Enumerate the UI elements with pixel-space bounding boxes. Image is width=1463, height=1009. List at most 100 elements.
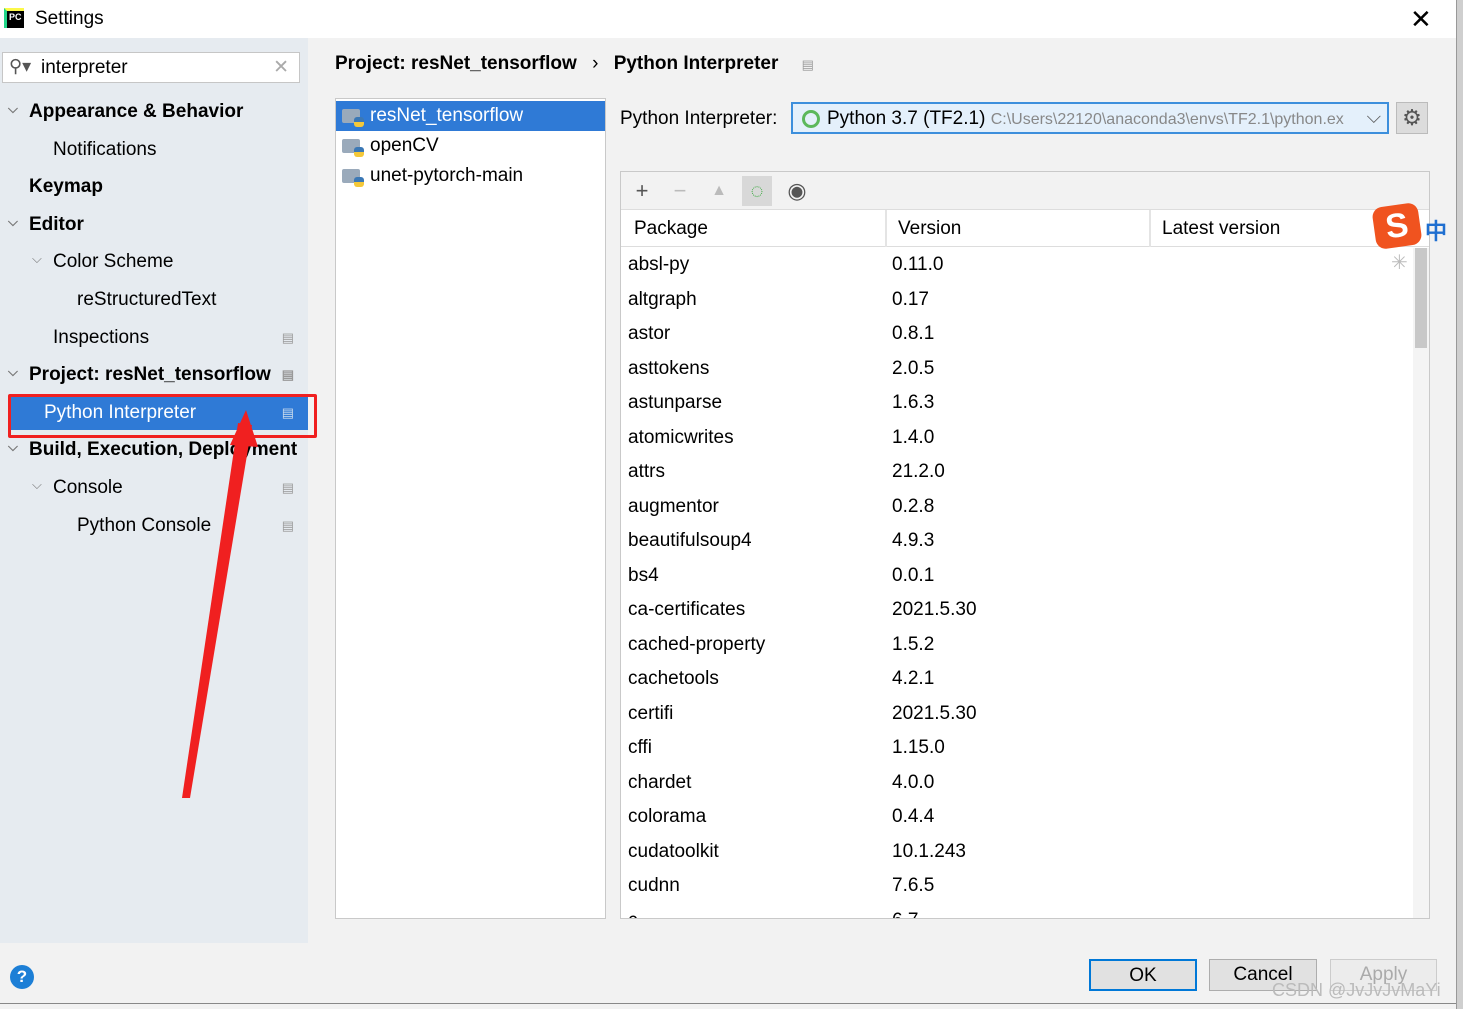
upgrade-icon[interactable]: ▲ bbox=[704, 176, 734, 206]
package-panel: + − ▲ ◌ ◉ Package Version Latest version… bbox=[620, 171, 1430, 919]
table-row[interactable]: cudnn 7.6.5 bbox=[621, 869, 1413, 903]
package-version: 2.0.5 bbox=[892, 357, 935, 379]
refresh-icon[interactable]: ◌ bbox=[742, 176, 772, 206]
package-name: bs4 bbox=[628, 564, 659, 586]
table-row[interactable]: attrs 21.2.0 bbox=[621, 455, 1413, 489]
table-row[interactable]: absl-py 0.11.0 bbox=[621, 248, 1413, 282]
package-name: cffi bbox=[628, 737, 652, 758]
breadcrumb-separator: › bbox=[592, 53, 599, 74]
table-row[interactable]: chardet 4.0.0 bbox=[621, 766, 1413, 800]
package-name: cached-property bbox=[628, 633, 766, 655]
watermark: CSDN @JvJvJvMaYi bbox=[1272, 980, 1441, 1000]
package-name: colorama bbox=[628, 806, 707, 827]
package-name: c bbox=[628, 904, 638, 919]
table-row[interactable]: cffi 1.15.0 bbox=[621, 731, 1413, 765]
package-version: 2021.5.30 bbox=[892, 702, 977, 724]
package-name: attrs bbox=[628, 461, 665, 482]
package-version: 0.11.0 bbox=[892, 254, 944, 275]
breadcrumb-project[interactable]: Project: resNet_tensorflow bbox=[335, 53, 577, 74]
column-version[interactable]: Version bbox=[885, 210, 1151, 247]
package-version: 10.1.243 bbox=[892, 840, 966, 862]
package-rows: absl-py 0.11.0 altgraph 0.17 astor 0.8.1 astto… bbox=[621, 248, 1413, 918]
package-name: atomicwrites bbox=[628, 426, 734, 448]
help-icon[interactable]: ? bbox=[10, 965, 34, 989]
package-version: 7.6.5 bbox=[892, 875, 935, 896]
project-name: openCV bbox=[370, 135, 439, 156]
project-scope-icon: ▤ bbox=[801, 57, 814, 72]
package-version: 1.5.2 bbox=[892, 633, 935, 655]
package-name: altgraph bbox=[628, 288, 697, 310]
table-row[interactable]: cudatoolkit 10.1.243 bbox=[621, 835, 1413, 869]
column-package[interactable]: Package bbox=[621, 210, 887, 247]
python-folder-icon bbox=[342, 109, 364, 127]
window-edge bbox=[1456, 0, 1463, 1009]
loading-spinner-icon: ✳ bbox=[1391, 252, 1408, 274]
python-folder-icon bbox=[342, 139, 364, 157]
package-name: asttokens bbox=[628, 357, 710, 379]
table-row[interactable]: c 6.7 bbox=[621, 904, 1413, 919]
table-row[interactable]: atomicwrites 1.4.0 bbox=[621, 421, 1413, 455]
table-row[interactable]: bs4 0.0.1 bbox=[621, 559, 1413, 593]
package-version: 0.4.4 bbox=[892, 806, 935, 827]
package-name: cachetools bbox=[628, 668, 719, 689]
ide-status-bar bbox=[0, 1003, 1456, 1009]
table-row[interactable]: beautifulsoup4 4.9.3 bbox=[621, 524, 1413, 558]
project-name: resNet_tensorflow bbox=[370, 105, 524, 126]
remove-icon[interactable]: − bbox=[665, 176, 695, 206]
table-row[interactable]: certifi 2021.5.30 bbox=[621, 697, 1413, 731]
interpreter-label: Python Interpreter: bbox=[620, 108, 778, 129]
package-name: ca-certificates bbox=[628, 599, 746, 620]
project-item[interactable]: resNet_tensorflow bbox=[336, 101, 605, 131]
project-item[interactable]: openCV bbox=[336, 131, 605, 161]
package-version: 0.17 bbox=[892, 288, 929, 310]
breadcrumb-page: Python Interpreter bbox=[613, 53, 779, 74]
interpreter-select[interactable]: Python 3.7 (TF2.1) C:\Users\22120\anacon… bbox=[791, 102, 1389, 134]
gear-icon[interactable]: ⚙ bbox=[1396, 102, 1428, 134]
chevron-down-icon: ⌵ bbox=[1362, 107, 1381, 129]
project-list: resNet_tensorflow openCV unet-pytorch-main bbox=[335, 98, 606, 919]
table-row[interactable]: asttokens 2.0.5 bbox=[621, 352, 1413, 386]
package-version: 21.2.0 bbox=[892, 461, 945, 482]
package-name: astor bbox=[628, 323, 671, 344]
table-row[interactable]: cached-property 1.5.2 bbox=[621, 628, 1413, 662]
package-version: 1.4.0 bbox=[892, 426, 935, 448]
package-name: augmentor bbox=[628, 495, 719, 517]
project-name: unet-pytorch-main bbox=[370, 165, 524, 186]
python-folder-icon bbox=[342, 169, 364, 187]
package-name: cudatoolkit bbox=[628, 840, 719, 862]
ime-mode-indicator[interactable]: 中 bbox=[1425, 214, 1447, 246]
package-version: 6.7 bbox=[892, 904, 918, 919]
project-item[interactable]: unet-pytorch-main bbox=[336, 161, 605, 191]
table-row[interactable]: ca-certificates 2021.5.30 bbox=[621, 593, 1413, 627]
package-version: 1.15.0 bbox=[892, 737, 945, 758]
package-version: 2021.5.30 bbox=[892, 599, 977, 620]
package-name: cudnn bbox=[628, 875, 680, 896]
package-name: beautifulsoup4 bbox=[628, 530, 752, 551]
package-version: 0.0.1 bbox=[892, 564, 935, 586]
package-name: certifi bbox=[628, 702, 674, 724]
breadcrumb: Project: resNet_tensorflow › Python Inte… bbox=[335, 53, 814, 75]
scrollbar-thumb[interactable] bbox=[1415, 248, 1427, 348]
package-name: astunparse bbox=[628, 392, 723, 413]
table-header: Package Version Latest version bbox=[621, 210, 1429, 247]
close-icon[interactable]: ✕ bbox=[1410, 4, 1432, 35]
interpreter-name: Python 3.7 (TF2.1) bbox=[827, 108, 986, 129]
table-row[interactable]: colorama 0.4.4 bbox=[621, 800, 1413, 834]
eye-icon[interactable]: ◉ bbox=[782, 176, 812, 206]
interpreter-path: C:\Users\22120\anaconda3\envs\TF2.1\pyth… bbox=[990, 111, 1344, 128]
conda-icon bbox=[802, 110, 820, 128]
package-name: chardet bbox=[628, 771, 692, 793]
ok-button[interactable]: OK bbox=[1089, 959, 1197, 991]
table-row[interactable]: astunparse 1.6.3 bbox=[621, 386, 1413, 420]
table-row[interactable]: altgraph 0.17 bbox=[621, 283, 1413, 317]
table-row[interactable]: astor 0.8.1 bbox=[621, 317, 1413, 351]
package-version: 4.9.3 bbox=[892, 530, 935, 551]
add-icon[interactable]: + bbox=[627, 176, 657, 206]
package-version: 0.2.8 bbox=[892, 495, 935, 517]
table-row[interactable]: cachetools 4.2.1 bbox=[621, 662, 1413, 696]
package-version: 0.8.1 bbox=[892, 323, 935, 344]
package-version: 1.6.3 bbox=[892, 392, 935, 413]
scrollbar[interactable] bbox=[1413, 248, 1429, 918]
package-name: absl-py bbox=[628, 254, 690, 275]
table-row[interactable]: augmentor 0.2.8 bbox=[621, 490, 1413, 524]
